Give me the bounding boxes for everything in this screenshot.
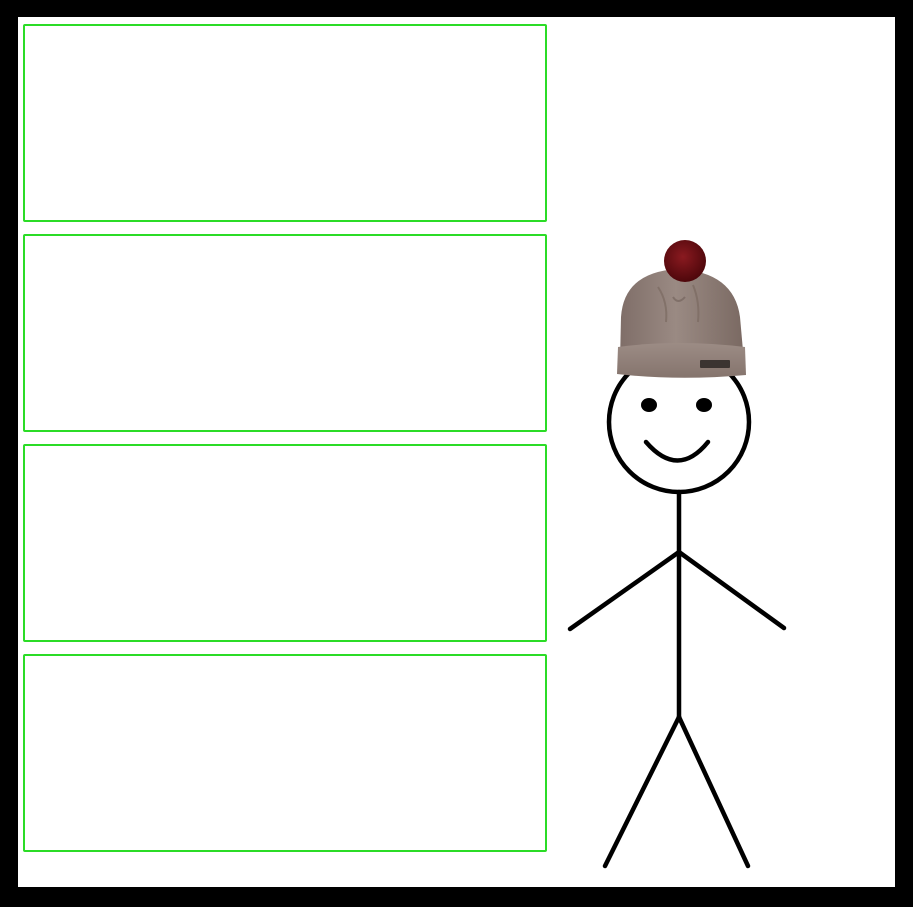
pompom-icon <box>664 240 706 282</box>
right-eye-icon <box>696 398 712 412</box>
stick-figure-icon <box>567 240 787 869</box>
beanie-hat-icon <box>617 240 746 378</box>
left-arm <box>567 549 682 632</box>
image-frame <box>0 0 913 907</box>
right-leg <box>676 714 751 869</box>
left-leg <box>602 714 682 869</box>
comic-canvas <box>18 17 895 887</box>
left-eye-icon <box>641 398 657 412</box>
right-arm <box>676 549 787 631</box>
body <box>567 489 787 869</box>
